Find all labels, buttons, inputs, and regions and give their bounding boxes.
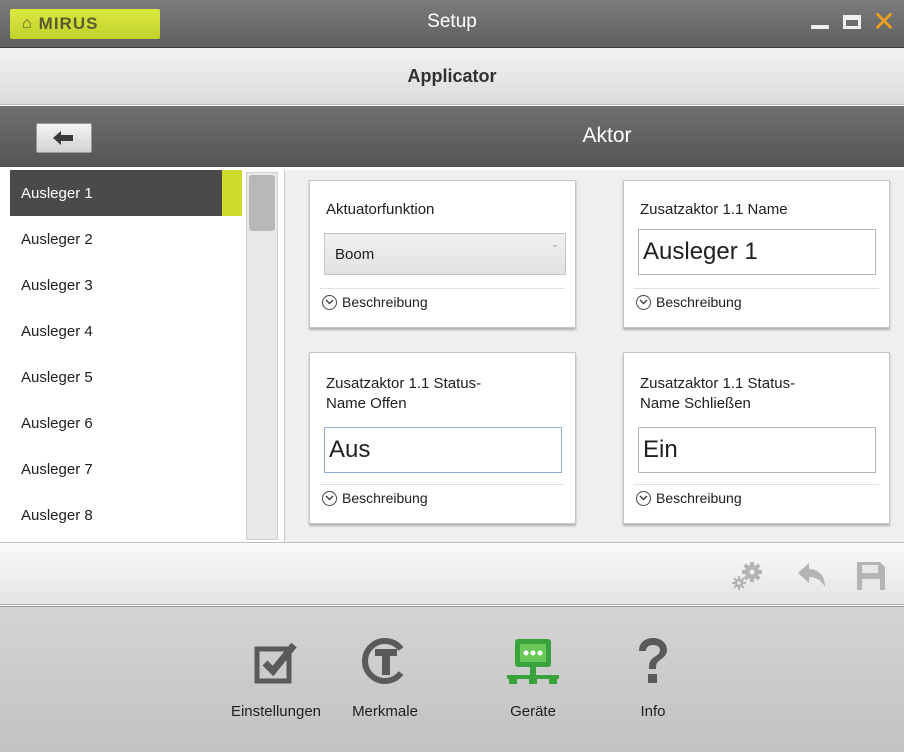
nav-label: Info xyxy=(640,703,666,720)
sidebar-scrollbar[interactable] xyxy=(246,172,278,540)
sidebar-list: Ausleger 1 Ausleger 2 Ausleger 3 Auslege… xyxy=(10,170,242,542)
nav-label: Einstellungen xyxy=(230,703,322,720)
actuator-name-label: Zusatzaktor 1.1 Name xyxy=(640,201,788,218)
label-line: Name Offen xyxy=(326,395,407,412)
nav-info[interactable]: Info xyxy=(598,637,708,720)
minimize-button[interactable] xyxy=(810,8,830,36)
label-line: Zusatzaktor 1.1 Status- xyxy=(326,375,482,392)
actuator-function-label: Aktuatorfunktion xyxy=(326,201,435,218)
checkbox-icon xyxy=(254,642,297,684)
sidebar-item-label: Ausleger 3 xyxy=(21,276,93,294)
tc-icon xyxy=(362,638,404,684)
sidebar-item-label: Ausleger 5 xyxy=(21,368,93,386)
label-line: Name Schließen xyxy=(640,395,751,412)
question-icon xyxy=(639,638,667,683)
maximize-icon xyxy=(843,15,861,29)
label-line: Zusatzaktor 1.1 Status- xyxy=(640,375,796,392)
status-open-card: Zusatzaktor 1.1 Status- Name Offen Aus B… xyxy=(309,352,576,524)
nav-merkmale[interactable]: Merkmale xyxy=(330,637,440,720)
expand-circle-icon xyxy=(636,294,651,310)
section-title: Aktor xyxy=(582,124,632,147)
description-label: Beschreibung xyxy=(656,490,742,506)
nav-geraete[interactable]: Geräte xyxy=(478,637,588,720)
actuator-name-card: Zusatzaktor 1.1 Name Ausleger 1 Beschrei… xyxy=(623,180,890,328)
status-close-card: Zusatzaktor 1.1 Status- Name Schließen E… xyxy=(623,352,890,524)
sidebar-item-ausleger-1[interactable]: Ausleger 1 xyxy=(10,170,242,216)
expand-circle-icon xyxy=(636,490,651,506)
nav-label: Merkmale xyxy=(352,703,418,720)
actuator-function-select[interactable]: Boom ˇ xyxy=(324,233,566,275)
nav-einstellungen[interactable]: Einstellungen xyxy=(221,637,331,720)
status-close-input[interactable]: Ein xyxy=(638,427,876,473)
nav-label: Geräte xyxy=(510,703,556,720)
maximize-button[interactable] xyxy=(842,8,862,36)
window-title: Setup xyxy=(427,11,477,32)
sidebar-item-label: Ausleger 6 xyxy=(21,414,93,432)
status-close-label: Zusatzaktor 1.1 Status- Name Schließen xyxy=(640,374,795,414)
minimize-icon xyxy=(811,25,829,29)
content-area: Aktuatorfunktion Boom ˇ Beschreibung Zus… xyxy=(285,170,904,542)
undo-icon[interactable] xyxy=(796,561,828,591)
sidebar-item-ausleger-7[interactable]: Ausleger 7 xyxy=(10,446,242,492)
sidebar-item-ausleger-8[interactable]: Ausleger 8 xyxy=(10,492,242,538)
sidebar-item-label: Ausleger 2 xyxy=(21,230,93,248)
title-bar: ⌂ MIRUS Setup ✕ xyxy=(0,0,904,48)
status-open-label: Zusatzaktor 1.1 Status- Name Offen xyxy=(326,374,481,414)
chevron-down-icon: ˇ xyxy=(553,244,557,256)
description-label: Beschreibung xyxy=(656,294,742,310)
sidebar-item-ausleger-5[interactable]: Ausleger 5 xyxy=(10,354,242,400)
bottom-nav: Einstellungen Merkmale Geräte Info xyxy=(0,606,904,752)
description-toggle[interactable]: Beschreibung xyxy=(636,294,742,310)
scrollbar-thumb[interactable] xyxy=(249,175,275,231)
description-toggle[interactable]: Beschreibung xyxy=(322,294,428,310)
description-toggle[interactable]: Beschreibung xyxy=(636,490,742,506)
close-icon: ✕ xyxy=(872,6,896,37)
page-title: Applicator xyxy=(407,65,497,86)
divider xyxy=(634,484,879,485)
sidebar-item-ausleger-6[interactable]: Ausleger 6 xyxy=(10,400,242,446)
divider xyxy=(634,288,879,289)
sidebar-item-label: Ausleger 1 xyxy=(21,184,93,202)
save-icon[interactable] xyxy=(856,561,886,591)
status-open-input[interactable]: Aus xyxy=(324,427,562,473)
header-bar: Applicator xyxy=(0,48,904,105)
expand-circle-icon xyxy=(322,294,337,310)
gears-icon[interactable] xyxy=(730,561,766,591)
expand-circle-icon xyxy=(322,490,337,506)
sidebar-item-ausleger-2[interactable]: Ausleger 2 xyxy=(10,216,242,262)
description-label: Beschreibung xyxy=(342,294,428,310)
description-label: Beschreibung xyxy=(342,490,428,506)
window-controls: ✕ xyxy=(810,6,896,37)
devices-icon xyxy=(507,639,559,684)
action-toolbar xyxy=(0,542,904,605)
sidebar-item-ausleger-3[interactable]: Ausleger 3 xyxy=(10,262,242,308)
sidebar-item-label: Ausleger 7 xyxy=(21,460,93,478)
back-button[interactable] xyxy=(36,123,92,153)
actuator-function-value: Boom xyxy=(335,246,375,263)
divider xyxy=(320,288,565,289)
divider xyxy=(320,484,565,485)
actuator-function-card: Aktuatorfunktion Boom ˇ Beschreibung xyxy=(309,180,576,328)
close-button[interactable]: ✕ xyxy=(872,6,896,37)
section-bar: Aktor xyxy=(0,106,904,167)
actuator-name-input[interactable]: Ausleger 1 xyxy=(638,229,876,275)
sidebar-item-ausleger-4[interactable]: Ausleger 4 xyxy=(10,308,242,354)
back-arrow-icon xyxy=(53,131,73,145)
description-toggle[interactable]: Beschreibung xyxy=(322,490,428,506)
sidebar-item-label: Ausleger 8 xyxy=(21,506,93,524)
sidebar-item-label: Ausleger 4 xyxy=(21,322,93,340)
